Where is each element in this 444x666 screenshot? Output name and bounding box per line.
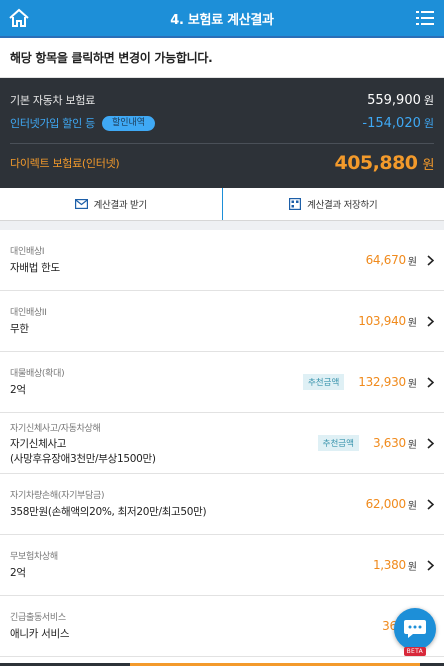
coverage-price: 132,930 — [358, 375, 406, 389]
coverage-item[interactable]: 대인배상II 무한 103,940 원 — [0, 291, 444, 352]
beta-badge: BETA — [403, 647, 426, 656]
notice-text: 해당 항목을 클릭하면 변경이 가능합니다. — [0, 38, 444, 78]
coverage-value: 2억 — [10, 567, 26, 579]
discount-value: -154,020 원 — [362, 116, 434, 131]
coverage-price: 3,630 — [372, 436, 406, 450]
discount-row: 인터넷가입 할인 등 할인내역 -154,020 원 — [10, 115, 434, 131]
coverage-value: 무한 — [10, 323, 29, 335]
coverage-item[interactable]: 무보험차상해 2억 1,380 원 — [0, 535, 444, 596]
coverage-category: 긴급출동서비스 — [10, 613, 66, 623]
chevron-right-icon — [427, 376, 434, 388]
chevron-right-icon — [427, 559, 434, 571]
receive-result-label: 계산결과 받기 — [93, 200, 148, 211]
section-gap — [0, 221, 444, 230]
top-header: 4. 보험료 계산결과 — [0, 0, 444, 38]
coverage-price-unit: 원 — [407, 378, 417, 390]
save-result-button[interactable]: 계산결과 저장하기 — [221, 188, 444, 220]
coverage-price: 64,670 — [365, 253, 407, 267]
coverage-category: 대인배상I — [10, 247, 45, 257]
discount-details-button[interactable]: 할인내역 — [101, 115, 156, 131]
save-grid-icon — [289, 198, 302, 210]
coverage-category: 자기차량손해(자기부담금) — [10, 491, 105, 501]
coverage-price: 1,380 — [372, 558, 406, 572]
coverage-price-unit: 원 — [407, 256, 417, 268]
result-actions: 계산결과 받기 계산결과 저장하기 — [0, 188, 444, 221]
direct-premium-label: 다이렉트 보험료(인터넷) — [10, 157, 120, 170]
coverage-value: 자배법 한도 — [10, 262, 60, 274]
receive-result-button[interactable]: 계산결과 받기 — [0, 188, 222, 220]
chevron-right-icon — [427, 498, 434, 510]
coverage-item[interactable]: 대인배상I 자배법 한도 64,670 원 — [0, 230, 444, 291]
base-premium-label: 기본 자동차 보험료 — [10, 94, 95, 107]
coverage-price-unit: 원 — [407, 561, 417, 573]
coverage-category: 대인배상II — [10, 308, 47, 318]
recommended-badge: 추천금액 — [302, 374, 345, 390]
page-title: 4. 보험료 계산결과 — [170, 12, 274, 28]
base-premium-row: 기본 자동차 보험료 559,900 원 — [10, 92, 434, 108]
home-icon[interactable] — [8, 8, 30, 28]
coverage-price-unit: 원 — [407, 439, 417, 451]
save-result-label: 계산결과 저장하기 — [307, 200, 378, 211]
direct-premium-row: 다이렉트 보험료(인터넷) 405,880 원 — [10, 152, 435, 174]
coverage-price: 62,000 — [365, 497, 407, 511]
coverage-value: 자기신체사고 (사망후유장애3천만/부상1500만) — [10, 438, 156, 465]
premium-summary: 기본 자동차 보험료 559,900 원 인터넷가입 할인 등 할인내역 -154… — [0, 78, 444, 188]
envelope-icon — [74, 199, 88, 209]
coverage-value: 358만원(손해액의20%, 최저20만/최고50만) — [10, 506, 207, 518]
chevron-right-icon — [427, 437, 434, 449]
coverage-item[interactable]: 대물배상(확대) 2억 추천금액 132,930 원 — [0, 352, 444, 413]
coverage-value: 2억 — [10, 384, 26, 396]
direct-premium-value: 405,880 원 — [334, 152, 434, 174]
coverage-category: 대물배상(확대) — [10, 369, 65, 379]
chat-bubble-icon — [404, 620, 426, 638]
coverage-item[interactable]: 자기신체사고/자동차상해 자기신체사고 (사망후유장애3천만/부상1500만) … — [0, 413, 444, 474]
discount-label: 인터넷가입 할인 등 — [10, 117, 95, 130]
coverage-price-unit: 원 — [407, 500, 417, 512]
coverage-item[interactable]: 자기차량손해(자기부담금) 358만원(손해액의20%, 최저20만/최고50만… — [0, 474, 444, 535]
hamburger-menu-icon[interactable] — [416, 10, 434, 26]
chevron-right-icon — [427, 254, 434, 266]
coverage-category: 무보험차상해 — [10, 552, 58, 562]
coverage-category: 자기신체사고/자동차상해 — [10, 424, 101, 434]
recommended-badge: 추천금액 — [317, 435, 359, 451]
coverage-price: 103,940 — [358, 314, 406, 328]
chat-button[interactable] — [394, 608, 436, 650]
coverage-price-unit: 원 — [407, 317, 417, 329]
summary-divider — [10, 143, 434, 144]
chevron-right-icon — [427, 315, 434, 327]
coverage-item[interactable]: 긴급출동서비스 애니카 서비스 36,26 — [0, 596, 444, 657]
coverage-value: 애니카 서비스 — [10, 628, 70, 640]
coverage-list: 대인배상I 자배법 한도 64,670 원 대인배상II 무한 103,940 원 … — [0, 230, 444, 657]
base-premium-value: 559,900 원 — [367, 93, 434, 108]
